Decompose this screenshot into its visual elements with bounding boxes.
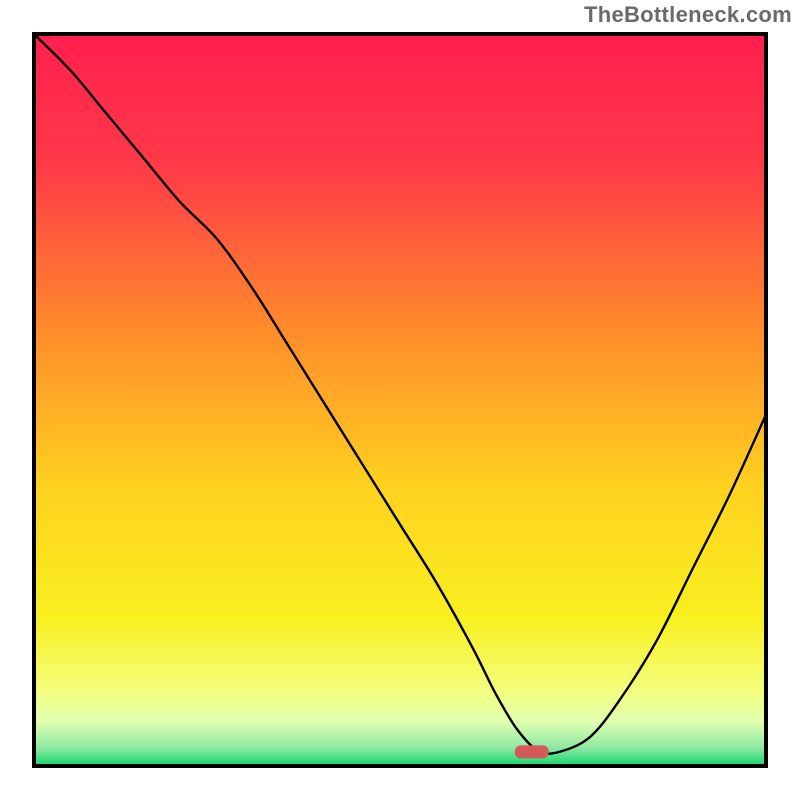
optimum-marker bbox=[515, 745, 549, 758]
bottleneck-chart bbox=[0, 0, 800, 800]
plot-background bbox=[34, 34, 766, 766]
watermark-label: TheBottleneck.com bbox=[584, 2, 792, 28]
